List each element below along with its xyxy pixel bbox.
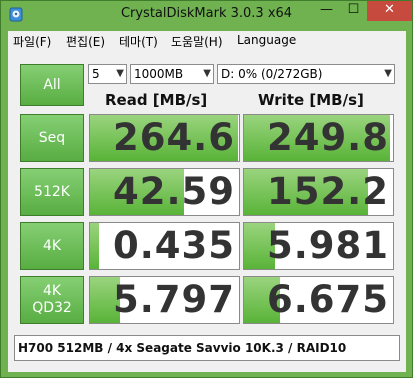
4k-qd32-write-cell: 6.675: [243, 276, 394, 324]
4k-qd32-write-value: 6.675: [266, 278, 389, 321]
4k-write-value: 5.981: [266, 224, 389, 267]
all-button[interactable]: All: [20, 64, 84, 106]
seq-write-value: 249.8: [266, 116, 389, 159]
4k-read-cell: 0.435: [89, 222, 240, 270]
read-header: Read [MB/s]: [105, 91, 208, 109]
test-size-value: 1000MB: [134, 67, 184, 81]
chevron-down-icon: ▼: [203, 68, 211, 79]
close-button[interactable]: ✕: [367, 1, 412, 21]
menu-edit[interactable]: 편집(E): [66, 33, 105, 50]
512k-button[interactable]: 512K: [20, 168, 84, 216]
minimize-button[interactable]: —: [313, 1, 340, 21]
write-header: Write [MB/s]: [258, 91, 364, 109]
menu-bar: 파일(F) 편집(E) 테마(T) 도움말(H) Language: [8, 31, 406, 51]
comment-field[interactable]: H700 512MB / 4x Seagate Savvio 10K.3 / R…: [14, 335, 400, 361]
chevron-down-icon: ▼: [384, 68, 392, 79]
maximize-button[interactable]: ☐: [340, 1, 367, 21]
4k-button[interactable]: 4K: [20, 222, 84, 270]
title-bar[interactable]: CrystalDiskMark 3.0.3 x64 — ☐ ✕: [1, 1, 412, 31]
menu-theme[interactable]: 테마(T): [119, 33, 158, 50]
512k-read-cell: 42.59: [89, 168, 240, 216]
test-count-value: 5: [92, 67, 100, 81]
seq-read-value: 264.6: [112, 116, 235, 159]
test-size-select[interactable]: 1000MB ▼: [130, 64, 214, 84]
test-count-select[interactable]: 5 ▼: [88, 64, 127, 84]
seq-read-cell: 264.6: [89, 114, 240, 162]
menu-help[interactable]: 도움말(H): [171, 33, 223, 50]
4k-read-value: 0.435: [112, 224, 235, 267]
menu-file[interactable]: 파일(F): [13, 33, 51, 50]
seq-button[interactable]: Seq: [20, 114, 84, 162]
512k-read-value: 42.59: [112, 170, 235, 213]
drive-select[interactable]: D: 0% (0/272GB) ▼: [217, 64, 395, 84]
app-window: CrystalDiskMark 3.0.3 x64 — ☐ ✕ 파일(F) 편집…: [0, 0, 413, 378]
client-area: 파일(F) 편집(E) 테마(T) 도움말(H) Language All 5 …: [8, 31, 406, 372]
512k-write-value: 152.2: [266, 170, 389, 213]
4k-qd32-read-cell: 5.797: [89, 276, 240, 324]
drive-value: D: 0% (0/272GB): [221, 67, 323, 81]
4k-qd32-button[interactable]: 4K QD32: [20, 276, 84, 324]
4k-read-bar: [90, 223, 99, 269]
512k-write-cell: 152.2: [243, 168, 394, 216]
4k-qd32-label-line2: QD32: [32, 300, 72, 316]
seq-write-cell: 249.8: [243, 114, 394, 162]
4k-qd32-read-value: 5.797: [112, 278, 235, 321]
menu-language[interactable]: Language: [237, 33, 296, 47]
4k-write-cell: 5.981: [243, 222, 394, 270]
4k-qd32-label-line1: 4K: [42, 283, 62, 299]
chevron-down-icon: ▼: [116, 68, 124, 79]
